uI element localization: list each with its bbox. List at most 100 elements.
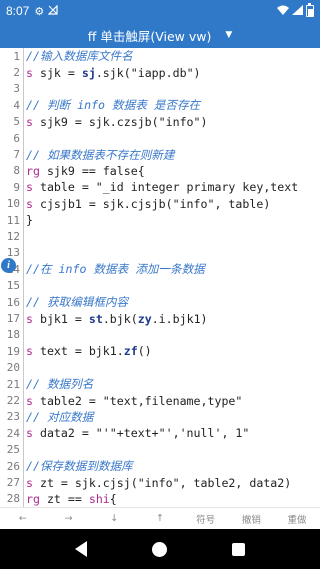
line-number: 3 bbox=[13, 82, 20, 96]
code-token: // 判断 info 数据表 是否存在 bbox=[26, 98, 201, 113]
code-token: s bbox=[26, 475, 40, 490]
code-token: sjk = bbox=[39, 65, 82, 80]
code-text: // 判断 info 数据表 是否存在 bbox=[26, 97, 200, 113]
undo-arrow-left[interactable]: ← bbox=[12, 513, 34, 524]
code-token: s bbox=[26, 114, 40, 129]
line-number: 15 bbox=[6, 279, 20, 293]
code-token: s bbox=[26, 426, 40, 441]
line-number: 10 bbox=[6, 197, 20, 211]
code-line[interactable]: 12 bbox=[0, 228, 320, 244]
code-line[interactable]: 24 s data2 = "'"+text+"','null', 1" bbox=[0, 425, 320, 441]
undo-button[interactable]: 撤销 bbox=[240, 512, 262, 526]
code-line[interactable]: 23 // 对应数据 bbox=[0, 409, 320, 425]
line-number: 17 bbox=[6, 312, 20, 326]
code-line[interactable]: 3 bbox=[0, 81, 320, 97]
code-token: bjk1 = bbox=[39, 311, 89, 326]
code-text: // 对应数据 bbox=[26, 409, 93, 425]
code-line[interactable]: 1 //输入数据库文件名 bbox=[0, 48, 320, 64]
line-number: 22 bbox=[6, 394, 20, 408]
code-text: } bbox=[26, 213, 33, 227]
move-down-arrow[interactable]: ↓ bbox=[103, 513, 125, 524]
code-token: .bjk( bbox=[102, 311, 138, 326]
android-nav-bar bbox=[0, 529, 320, 569]
code-line[interactable]: 26 //保存数据到数据库 bbox=[0, 458, 320, 474]
code-line[interactable]: 25 bbox=[0, 442, 320, 458]
code-token: s bbox=[26, 311, 40, 326]
code-token: shi bbox=[88, 491, 110, 506]
redo-arrow-right[interactable]: → bbox=[58, 513, 80, 524]
status-bar: 8:07 ⚙ bbox=[0, 0, 320, 22]
code-token: // 获取编辑框内容 bbox=[26, 295, 129, 310]
code-token: sj bbox=[81, 65, 96, 80]
wifi-icon bbox=[277, 5, 289, 18]
code-text: s table2 = "text,filename,type" bbox=[26, 394, 242, 408]
code-line[interactable]: 4 // 判断 info 数据表 是否存在 bbox=[0, 97, 320, 113]
home-nav-icon[interactable] bbox=[151, 541, 167, 557]
code-line[interactable]: 11} bbox=[0, 212, 320, 228]
code-token: text = bjk1. bbox=[39, 344, 124, 359]
code-token: s bbox=[26, 393, 40, 408]
code-text: // 数据列名 bbox=[26, 376, 93, 392]
code-line[interactable]: 15 bbox=[0, 278, 320, 294]
code-token: .i.bjk1) bbox=[151, 311, 208, 326]
code-line[interactable]: 16 // 获取编辑框内容 bbox=[0, 294, 320, 310]
code-line[interactable]: 17 s bjk1 = st.bjk(zy.i.bjk1) bbox=[0, 310, 320, 326]
code-token: rg bbox=[26, 163, 47, 178]
redo-button[interactable]: 重做 bbox=[286, 512, 308, 526]
code-line[interactable]: 22 s table2 = "text,filename,type" bbox=[0, 392, 320, 408]
code-token: s bbox=[26, 180, 40, 195]
code-editor[interactable]: 1 //输入数据库文件名 2 s sjk = sj.sjk("iapp.db") 3 4/… bbox=[0, 48, 320, 507]
code-line[interactable]: 14//在 info 数据表 添加一条数据 bbox=[0, 261, 320, 277]
dropdown-caret-icon[interactable]: ▼ bbox=[225, 30, 232, 40]
symbols-button[interactable]: 符号 bbox=[195, 512, 217, 526]
code-text: rg zt == shi{ bbox=[26, 492, 117, 506]
gear-icon: ⚙ bbox=[34, 4, 45, 18]
code-text: //保存数据到数据库 bbox=[26, 458, 133, 474]
code-text: // 获取编辑框内容 bbox=[26, 294, 128, 310]
code-line[interactable]: 10 s cjsjb1 = sjk.cjsjb("info", table) bbox=[0, 196, 320, 212]
recents-nav-icon[interactable] bbox=[232, 542, 246, 556]
code-token: s bbox=[26, 65, 40, 80]
code-line[interactable]: 21 // 数据列名 bbox=[0, 376, 320, 392]
line-number: 23 bbox=[6, 410, 20, 424]
code-token: sjk9 == false{ bbox=[46, 163, 145, 178]
code-line[interactable]: 7 // 如果数据表不存在则新建 bbox=[0, 146, 320, 162]
move-up-arrow[interactable]: ↑ bbox=[149, 513, 171, 524]
code-token: s bbox=[26, 344, 40, 359]
code-token: .sjk("iapp.db") bbox=[95, 65, 201, 80]
code-line[interactable]: 19 s text = bjk1.zf() bbox=[0, 343, 320, 359]
code-text: s data2 = "'"+text+"','null', 1" bbox=[26, 426, 249, 440]
code-line[interactable]: 8 rg sjk9 == false{ bbox=[0, 163, 320, 179]
status-time: 8:07 bbox=[6, 4, 30, 18]
line-number: 5 bbox=[13, 115, 20, 129]
signal-icon bbox=[292, 4, 303, 18]
code-line[interactable]: 20 bbox=[0, 360, 320, 376]
line-number: 1 bbox=[13, 49, 20, 63]
back-nav-icon[interactable] bbox=[74, 541, 87, 557]
code-token: cjsjb1 = sjk.cjsjb("info", table) bbox=[39, 196, 271, 211]
line-number: 21 bbox=[6, 377, 20, 391]
code-line[interactable]: 13 bbox=[0, 245, 320, 261]
code-line[interactable]: 9 s table = "_id integer primary key,text bbox=[0, 179, 320, 195]
line-number: 24 bbox=[6, 426, 20, 440]
info-side-handle-icon[interactable]: i bbox=[1, 258, 16, 273]
code-line[interactable]: 6 bbox=[0, 130, 320, 146]
code-token: sjk9 = sjk.czsjb("info") bbox=[39, 114, 208, 129]
code-token: table2 = "text,filename,type" bbox=[39, 393, 243, 408]
code-text: //输入数据库文件名 bbox=[26, 48, 133, 64]
code-token: // 数据列名 bbox=[26, 377, 94, 392]
code-text: s table = "_id integer primary key,text bbox=[26, 180, 298, 194]
code-line[interactable]: 27 s zt = sjk.cjsj("info", table2, data2) bbox=[0, 474, 320, 490]
line-number: 6 bbox=[13, 131, 20, 145]
code-line[interactable]: 18 bbox=[0, 327, 320, 343]
code-line[interactable]: 2s sjk = sj.sjk("iapp.db") bbox=[0, 64, 320, 80]
code-token: zf bbox=[123, 344, 138, 359]
line-number: 19 bbox=[6, 344, 20, 358]
line-number: 26 bbox=[6, 459, 20, 473]
title-bar[interactable]: ff 单击触屏(View vw) ▼ bbox=[0, 22, 320, 48]
code-token: data2 = "'"+text+"','null', 1" bbox=[39, 426, 250, 441]
code-line[interactable]: 5s sjk9 = sjk.czsjb("info") bbox=[0, 114, 320, 130]
code-line[interactable]: 28 rg zt == shi{ bbox=[0, 491, 320, 507]
line-number: 9 bbox=[13, 180, 20, 194]
no-signal-icon bbox=[47, 4, 58, 18]
